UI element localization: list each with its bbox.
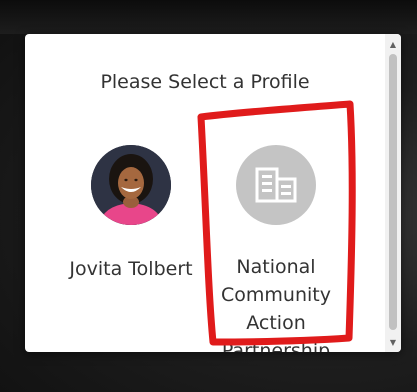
person-photo-icon [91,145,171,225]
dialog-content: Please Select a Profile Jovita Tolbert N… [25,34,385,352]
profile-option-person[interactable]: Jovita Tolbert [56,145,206,283]
building-icon [255,167,297,203]
backdrop-top-band [0,0,417,34]
scroll-down-arrow-icon[interactable]: ▼ [385,334,401,350]
profile-select-dialog: Please Select a Profile Jovita Tolbert N… [25,34,401,352]
dialog-title: Please Select a Profile [100,71,310,93]
scroll-thumb[interactable] [389,54,397,330]
profile-option-organization[interactable]: National Community Action Partnership [201,145,351,352]
avatar[interactable] [91,145,171,225]
vertical-scrollbar[interactable]: ▲ ▼ [385,34,401,352]
scroll-up-arrow-icon[interactable]: ▲ [385,36,401,52]
profile-name: National Community Action Partnership [221,256,331,352]
profile-name: Jovita Tolbert [69,258,193,280]
avatar[interactable] [236,145,316,225]
